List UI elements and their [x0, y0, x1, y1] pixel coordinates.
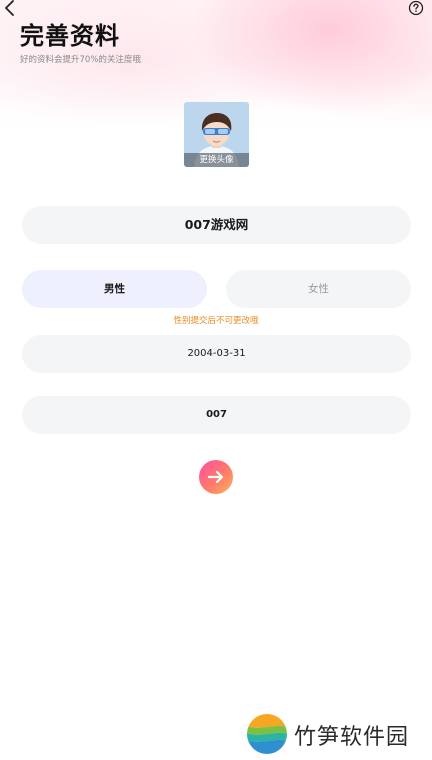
gender-female-option[interactable]: 女性 — [226, 270, 411, 308]
invite-code-field[interactable]: 007 — [22, 396, 411, 434]
watermark-text: 竹笋软件园 — [294, 725, 410, 750]
gender-male-option[interactable]: 男性 — [22, 270, 207, 308]
avatar[interactable]: 更换头像 — [184, 102, 249, 167]
bamboo-logo-icon — [247, 714, 287, 754]
nickname-field[interactable]: 007游戏网 — [22, 206, 411, 244]
page-subtitle: 好的资料会提升70%的关注度哦 — [20, 55, 141, 65]
back-button[interactable] — [2, 0, 20, 16]
birthday-field[interactable]: 2004-03-31 — [22, 335, 411, 373]
next-button[interactable] — [199, 460, 233, 494]
gender-note: 性别提交后不可更改哦 — [173, 316, 259, 326]
page-title: 完善资料 — [20, 22, 120, 50]
chevron-left-icon — [5, 0, 14, 16]
watermark: 竹笋软件园 — [246, 713, 426, 755]
arrow-right-icon — [207, 470, 224, 484]
help-button[interactable] — [408, 0, 424, 16]
question-circle-icon — [408, 0, 424, 16]
change-avatar-label: 更换头像 — [184, 153, 249, 167]
